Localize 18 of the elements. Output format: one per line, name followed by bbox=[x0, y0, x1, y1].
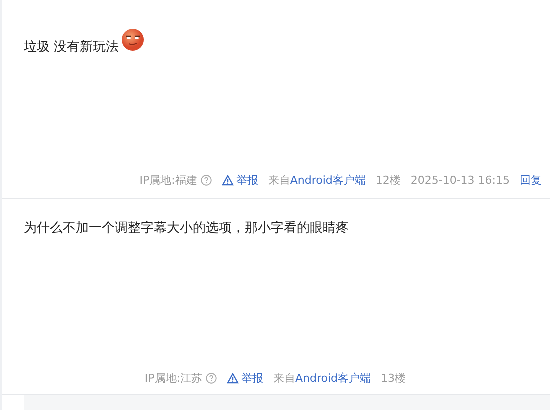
client-link[interactable]: Android客户端 bbox=[290, 174, 366, 187]
warning-icon bbox=[222, 175, 234, 186]
post-text: 为什么不加一个调整字幕大小的选项，那小字看的眼睛疼 bbox=[24, 220, 349, 237]
client-link[interactable]: Android客户端 bbox=[295, 372, 371, 385]
floor-number: 12楼 bbox=[376, 173, 401, 188]
warning-icon bbox=[227, 373, 240, 384]
ip-location: IP属地:福建 bbox=[140, 173, 198, 188]
report-link[interactable]: 举报 bbox=[227, 371, 264, 386]
post-text: 垃圾 没有新玩法 bbox=[24, 39, 120, 56]
floor-number: 13楼 bbox=[381, 371, 406, 386]
help-icon[interactable] bbox=[206, 373, 218, 384]
client-source: 来自Android客户端 bbox=[268, 173, 366, 188]
post-time: 2025-10-13 16:15 bbox=[410, 174, 510, 187]
report-link[interactable]: 举报 bbox=[222, 173, 258, 188]
ip-location: IP属地:江苏 bbox=[144, 371, 202, 386]
client-source: 来自Android客户端 bbox=[273, 371, 371, 386]
reply-link[interactable]: 回复 bbox=[520, 173, 542, 188]
help-icon[interactable] bbox=[201, 175, 212, 186]
